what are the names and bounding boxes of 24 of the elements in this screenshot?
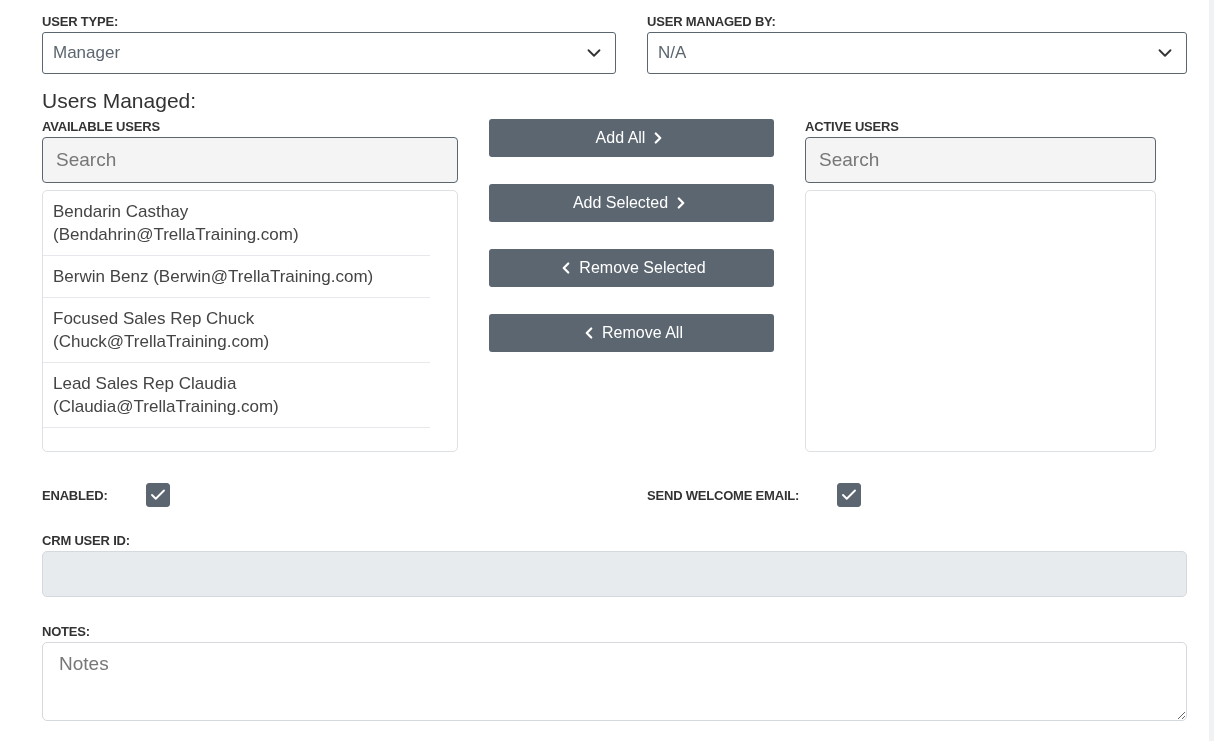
managed-by-dropdown[interactable]: N/A: [647, 32, 1187, 74]
search-field[interactable]: Search: [42, 137, 458, 183]
transfer-button[interactable]: Remove All: [489, 314, 774, 352]
transfer-button[interactable]: Add All: [489, 119, 774, 157]
user-list-item[interactable]: Berwin Benz (Berwin@TrellaTraining.com): [43, 256, 430, 298]
transfer-button[interactable]: Add Selected: [489, 184, 774, 222]
user-list-item[interactable]: Lead Sales Rep Claudia (Claudia@TrellaTraining.com): [43, 363, 430, 428]
checkbox[interactable]: [837, 483, 862, 507]
field-label: NOTES:: [42, 622, 91, 641]
field-label: CRM USER ID:: [42, 531, 131, 550]
user-list-item[interactable]: Focused Sales Rep Chuck (Chuck@TrellaTraining.com): [43, 298, 430, 363]
field-label: SEND WELCOME EMAIL:: [647, 486, 800, 505]
notes-field[interactable]: Notes: [42, 642, 1187, 721]
user-type-dropdown[interactable]: Manager: [42, 32, 616, 74]
section-heading: Users Managed:: [42, 89, 198, 114]
search-field[interactable]: Search: [805, 137, 1156, 183]
transfer-button[interactable]: Remove Selected: [489, 249, 774, 287]
field-label: ENABLED:: [42, 486, 108, 505]
field-label: ACTIVE USERS: [805, 117, 900, 136]
checkbox[interactable]: [145, 483, 170, 507]
field-label: AVAILABLE USERS: [42, 117, 161, 136]
user-list-item[interactable]: Bendarin Casthay (Bendahrin@TrellaTraining.com): [43, 191, 430, 256]
field-label: USER TYPE:: [42, 12, 119, 31]
field-label: USER MANAGED BY:: [647, 12, 777, 31]
